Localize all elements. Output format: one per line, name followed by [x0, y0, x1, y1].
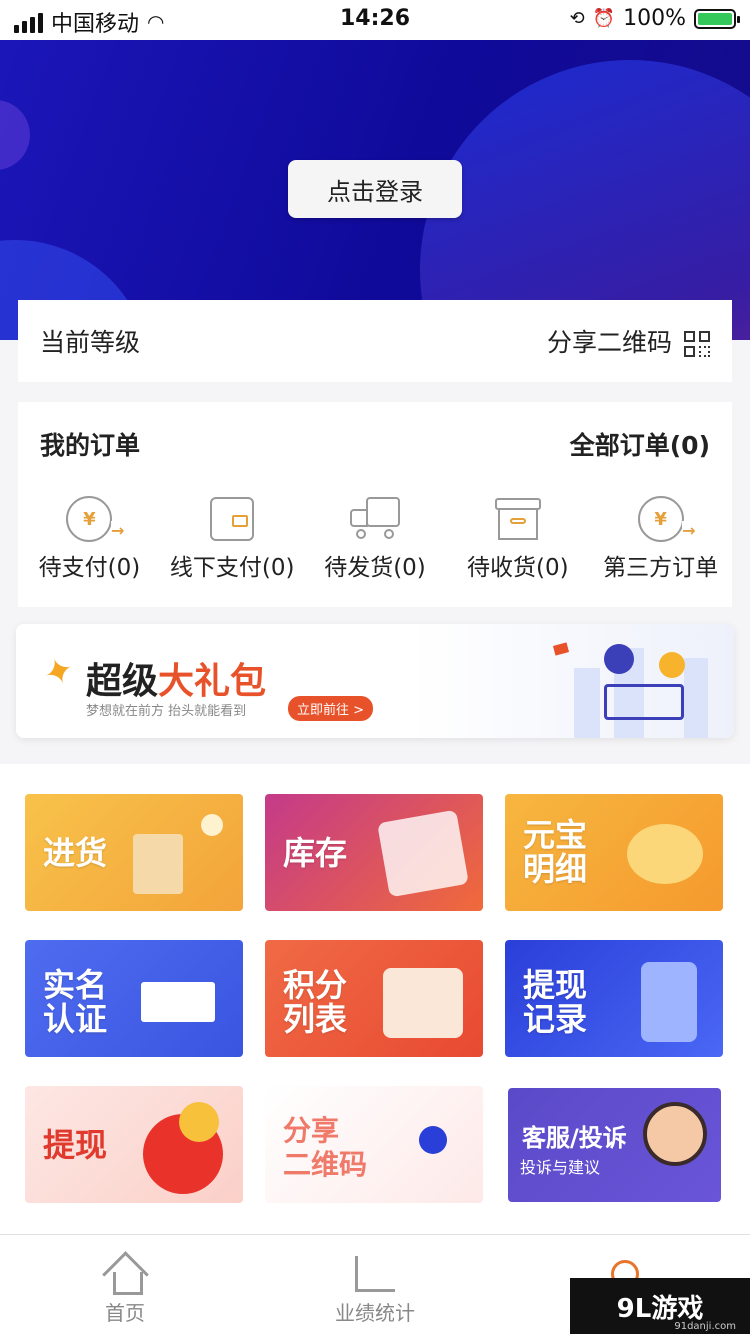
- battery-percent: 100%: [623, 6, 686, 31]
- battery-icon: [694, 8, 740, 29]
- current-level-label[interactable]: 当前等级: [40, 323, 140, 359]
- my-orders-card: 我的订单 全部订单(0) ¥ 待支付(0) 线下支付(0) 待发货(0) 待收货…: [18, 402, 732, 607]
- watermark-url: 91danji.com: [674, 1321, 736, 1332]
- tile-ingot-detail[interactable]: 元宝 明细: [505, 794, 723, 911]
- order-item-label: 待收货(0): [466, 555, 569, 581]
- order-offline-payment[interactable]: 线下支付(0): [161, 490, 304, 582]
- promo-cta-button[interactable]: 立即前往 >: [288, 696, 374, 721]
- home-icon: [105, 1256, 145, 1295]
- tile-label: 分享 二维码: [283, 1114, 368, 1181]
- orders-title: 我的订单: [40, 431, 141, 460]
- promo-title: 超级大礼包: [86, 661, 267, 702]
- id-card-icon: [141, 982, 215, 1022]
- piggy-bank-icon: [627, 824, 703, 884]
- order-third-party[interactable]: ¥ 第三方订单: [589, 490, 732, 582]
- watermark-brand: 9L游戏: [616, 1293, 704, 1324]
- order-item-label: 待发货(0): [324, 555, 426, 581]
- tile-real-name-auth[interactable]: 实名 认证: [25, 940, 243, 1057]
- gift-box-illustration-icon: [383, 968, 463, 1038]
- site-watermark: 9L游戏 91danji.com: [570, 1278, 750, 1334]
- person-illustration-icon: [419, 1126, 447, 1154]
- tile-label: 积分 列表: [283, 966, 348, 1038]
- tile-purchase[interactable]: 进货: [25, 794, 243, 911]
- tile-share-qrcode[interactable]: 分享 二维码: [265, 1086, 483, 1203]
- alarm-icon: ⏰: [592, 8, 616, 29]
- order-status-row: ¥ 待支付(0) 线下支付(0) 待发货(0) 待收货(0) ¥ 第三方订单: [18, 490, 732, 582]
- feature-grid: 进货 库存 元宝 明细 实名 认证 积分 列表 提现 记录 提现 分享 二维码 客服/投诉…: [0, 764, 750, 1234]
- worker-illustration-icon: [201, 814, 223, 836]
- order-pending-payment[interactable]: ¥ 待支付(0): [18, 490, 161, 582]
- hero-circle-decor: [0, 100, 30, 170]
- share-qr-button[interactable]: 分享二维码: [547, 323, 710, 359]
- promo-subtitle: 梦想就在前方 抬头就能看到: [86, 704, 247, 719]
- order-pending-shipment[interactable]: 待发货(0): [304, 490, 447, 582]
- order-item-label: 待支付(0): [38, 555, 141, 581]
- login-button[interactable]: 点击登录: [288, 160, 462, 218]
- tile-customer-service[interactable]: 客服/投诉 投诉与建议: [508, 1088, 721, 1202]
- tile-sublabel: 投诉与建议: [520, 1158, 601, 1177]
- wallet-icon: [210, 497, 255, 541]
- gift-pack-banner[interactable]: ✦ 超级大礼包 梦想就在前方 抬头就能看到 立即前往 >: [16, 624, 734, 738]
- share-qr-label: 分享二维码: [547, 328, 673, 357]
- tile-points-list[interactable]: 积分 列表: [265, 940, 483, 1057]
- status-right: ⟲ ⏰ 100%: [569, 6, 740, 31]
- all-orders-link[interactable]: 全部订单(0): [570, 426, 710, 462]
- tile-label: 提现 记录: [523, 966, 588, 1038]
- tab-performance[interactable]: 业绩统计: [250, 1235, 500, 1334]
- coin-icon: [179, 1102, 219, 1142]
- tile-label: 库存: [283, 834, 348, 872]
- box-icon: [494, 498, 541, 540]
- tile-label: 元宝 明细: [523, 816, 588, 888]
- order-pending-receipt[interactable]: 待收货(0): [446, 490, 589, 582]
- level-card: 当前等级 分享二维码: [18, 300, 732, 382]
- truck-icon: [349, 497, 400, 541]
- chart-icon: [355, 1256, 395, 1292]
- headset-agent-icon: [643, 1102, 707, 1166]
- tile-withdraw-records[interactable]: 提现 记录: [505, 940, 723, 1057]
- phone-illustration-icon: [641, 962, 697, 1042]
- sparkle-icon: ✦: [37, 648, 81, 697]
- status-bar: 中国移动 ◠ 14:26 ⟲ ⏰ 100%: [0, 0, 750, 40]
- yen-arrow-icon: ¥: [66, 496, 125, 542]
- tile-label: 进货: [43, 834, 108, 872]
- order-item-label: 线下支付(0): [169, 555, 295, 581]
- tile-withdraw[interactable]: 提现: [25, 1086, 243, 1203]
- tab-label: 业绩统计: [335, 1301, 415, 1325]
- tile-label: 实名 认证: [43, 966, 108, 1038]
- order-item-label: 第三方订单: [603, 555, 719, 581]
- report-illustration-icon: [377, 809, 469, 898]
- tile-inventory[interactable]: 库存: [265, 794, 483, 911]
- hero-circle-decor: [420, 60, 750, 340]
- tab-label: 首页: [105, 1301, 145, 1325]
- shopping-illustration: [534, 624, 734, 738]
- boxes-illustration-icon: [133, 834, 183, 894]
- orders-header: 我的订单 全部订单(0): [18, 402, 732, 462]
- hero-banner: 点击登录: [0, 40, 750, 340]
- tile-label: 客服/投诉: [522, 1124, 627, 1152]
- yen-arrow-icon: ¥: [637, 496, 696, 542]
- rotation-lock-icon: ⟲: [569, 8, 585, 29]
- qr-code-icon: [684, 331, 710, 357]
- tab-home[interactable]: 首页: [0, 1235, 250, 1334]
- tile-label: 提现: [43, 1126, 108, 1164]
